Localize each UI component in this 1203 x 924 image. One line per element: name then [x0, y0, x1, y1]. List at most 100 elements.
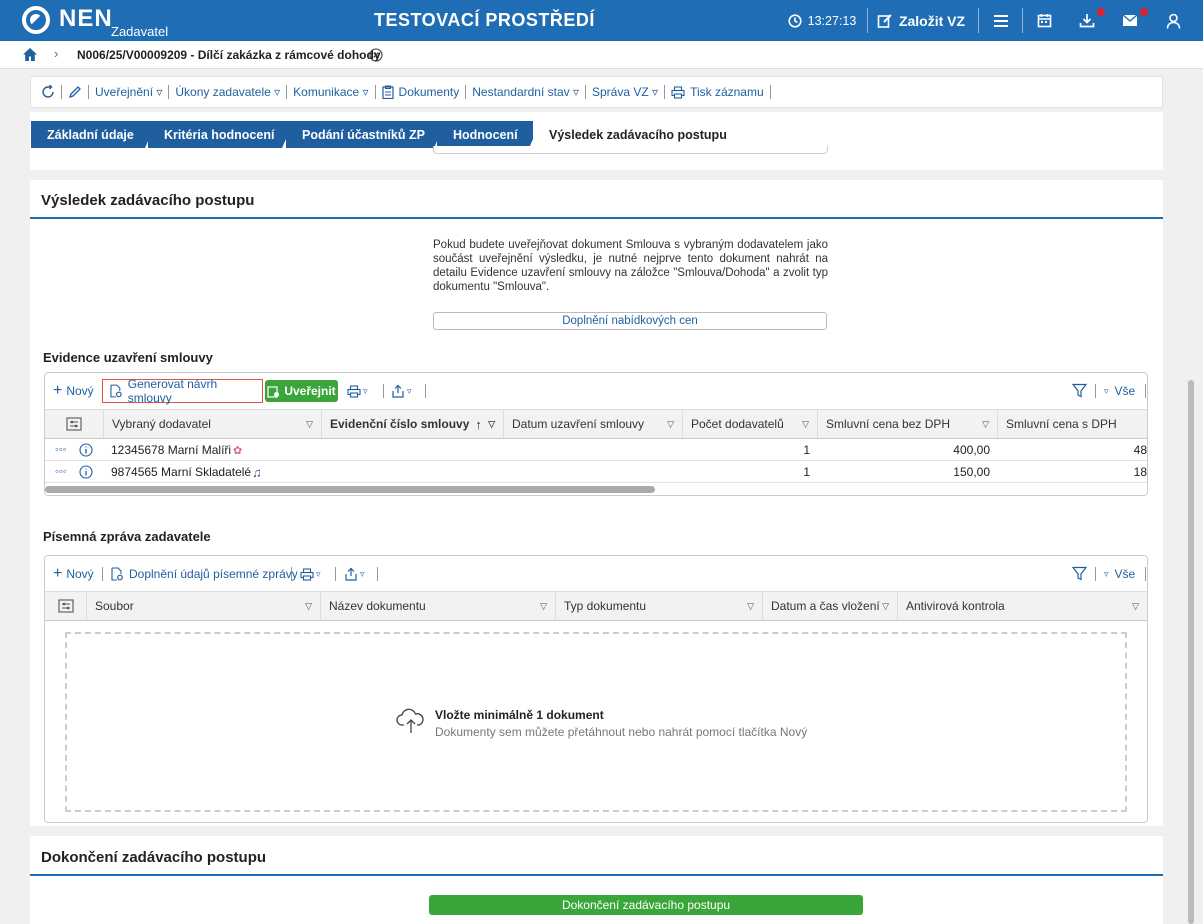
- row-more-icon[interactable]: ◦◦◦: [55, 462, 67, 482]
- col-price[interactable]: Smluvní cena bez DPH ▽: [818, 410, 998, 438]
- info-icon[interactable]: [79, 465, 93, 479]
- menu-icon[interactable]: [988, 0, 1014, 41]
- tab-submissions[interactable]: Podání účastníků ZP: [286, 121, 446, 148]
- logo-subtitle: Zadavatel: [111, 24, 169, 39]
- menu-documents[interactable]: Dokumenty: [381, 85, 459, 99]
- report-print-button[interactable]: ▿: [300, 564, 321, 584]
- logo-text[interactable]: NEN: [59, 5, 113, 33]
- document-gear-icon: [111, 567, 123, 581]
- drop-zone-title: Vložte minimálně 1 dokument: [435, 708, 604, 722]
- calendar-icon[interactable]: [1032, 0, 1056, 41]
- breadcrumb: › N006/25/V00009209 - Dílčí zakázka z rá…: [0, 41, 1203, 69]
- publish-icon: [267, 385, 280, 398]
- supplier-cell: 12345678 Marní Malíři: [111, 443, 232, 457]
- contracts-print-button[interactable]: ▿: [347, 381, 368, 401]
- supplier-cell: 9874565 Marní Skladatelé: [111, 465, 252, 479]
- clock-icon: [788, 13, 802, 28]
- plus-icon: +: [53, 382, 63, 399]
- generate-contract-button[interactable]: Generovat návrh smlouvy: [102, 377, 263, 405]
- session-time: 13:27:13: [807, 13, 857, 28]
- row-more-icon[interactable]: ◦◦◦: [55, 440, 67, 460]
- mail-notification-dot: [1140, 8, 1148, 16]
- result-title: Výsledek zadávacího postupu: [41, 192, 255, 209]
- printer-icon: [347, 384, 361, 398]
- contracts-title: Evidence uzavření smlouvy: [43, 350, 213, 365]
- vertical-scrollbar[interactable]: [1188, 380, 1194, 924]
- pencil-icon[interactable]: [68, 85, 82, 99]
- col-contract-date[interactable]: Datum uzavření smlouvy ▽: [504, 410, 683, 438]
- menu-publications[interactable]: Uveřejnění ▿: [95, 85, 162, 99]
- column-settings-icon[interactable]: [45, 592, 87, 620]
- col-contract-number[interactable]: Evidenční číslo smlouvy ↑ ▽: [322, 410, 504, 438]
- filter-icon[interactable]: [1072, 383, 1087, 398]
- publish-button[interactable]: Uveřejnit: [265, 380, 338, 402]
- fill-prices-button[interactable]: Doplnění nabídkových cen: [433, 312, 827, 330]
- printer-icon: [300, 567, 314, 581]
- music-note-icon: ♫: [252, 464, 262, 480]
- create-vz-label: Založit VZ: [898, 12, 966, 29]
- cloud-upload-icon: [396, 708, 424, 733]
- export-icon: [392, 384, 404, 398]
- section-divider: [30, 217, 1163, 219]
- tab-criteria[interactable]: Kritéria hodnocení: [148, 121, 294, 148]
- report-title: Písemná zpráva zadavatele: [43, 529, 211, 544]
- price-vat-cell: 48: [1133, 443, 1147, 457]
- tab-basic-info[interactable]: Základní údaje: [31, 121, 157, 148]
- filter-icon[interactable]: [1072, 566, 1087, 581]
- info-icon[interactable]: [79, 443, 93, 457]
- col-document-name[interactable]: Název dokumentu ▽: [321, 592, 556, 620]
- section-divider: [30, 874, 1163, 876]
- refresh-icon[interactable]: [41, 85, 55, 99]
- close-icon[interactable]: [369, 48, 383, 62]
- price-cell: 150,00: [953, 465, 990, 479]
- chevron-right-icon: ›: [54, 46, 59, 61]
- col-supplier[interactable]: Vybraný dodavatel ▽: [104, 410, 322, 438]
- report-export-button[interactable]: ▿: [344, 564, 365, 584]
- horizontal-scrollbar[interactable]: [45, 486, 655, 493]
- action-toolbar: Uveřejnění ▿ Úkony zadavatele ▿ Komunika…: [30, 76, 1163, 108]
- col-price-vat[interactable]: Smluvní cena s DPH: [998, 410, 1147, 438]
- home-icon[interactable]: [22, 47, 38, 62]
- tab-evaluation[interactable]: Hodnocení: [437, 121, 541, 148]
- create-vz-button[interactable]: Založit VZ: [874, 0, 968, 41]
- col-inserted-at[interactable]: Datum a čas vložení ▽: [763, 592, 898, 620]
- top-bar: NEN Zadavatel TESTOVACÍ PROSTŘEDÍ 13:27:…: [0, 0, 1203, 41]
- palette-icon: ✿: [233, 444, 243, 457]
- menu-acts[interactable]: Úkony zadavatele ▿: [175, 85, 280, 99]
- contracts-export-button[interactable]: ▿: [391, 381, 412, 401]
- fill-report-button[interactable]: Doplnění údajů písemné zprávy: [110, 564, 298, 584]
- col-document-type[interactable]: Typ dokumentu ▽: [556, 592, 763, 620]
- session-timer: 13:27:13: [786, 0, 858, 41]
- nen-logo-icon[interactable]: [22, 6, 50, 34]
- tab-result[interactable]: Výsledek zadávacího postupu: [533, 121, 767, 148]
- col-antivirus[interactable]: Antivirová kontrola ▽: [898, 592, 1147, 620]
- clipped-button-edge: [433, 146, 828, 154]
- mail-icon[interactable]: [1118, 0, 1142, 41]
- count-cell: 1: [803, 465, 810, 479]
- export-icon: [345, 567, 357, 581]
- col-file[interactable]: Soubor ▽: [87, 592, 321, 620]
- environment-title: TESTOVACÍ PROSTŘEDÍ: [374, 10, 595, 30]
- report-view-select[interactable]: ▿ Vše: [1104, 564, 1135, 584]
- result-info-text: Pokud budete uveřejňovat dokument Smlouv…: [433, 239, 828, 293]
- contracts-new-button[interactable]: + Nový: [53, 381, 94, 401]
- download-icon[interactable]: [1075, 0, 1099, 41]
- contracts-view-select[interactable]: ▿ Vše: [1104, 381, 1135, 401]
- file-drop-zone[interactable]: [65, 632, 1127, 812]
- report-new-button[interactable]: + Nový: [53, 564, 94, 584]
- column-settings-icon[interactable]: [45, 410, 104, 438]
- download-notification-dot: [1097, 8, 1105, 16]
- price-cell: 400,00: [953, 443, 990, 457]
- clipboard-icon: [381, 85, 394, 99]
- menu-nonstandard[interactable]: Nestandardní stav ▿: [472, 85, 579, 99]
- menu-print[interactable]: Tisk záznamu: [671, 85, 764, 99]
- complete-procedure-button[interactable]: Dokončení zadávacího postupu: [429, 895, 863, 915]
- user-icon[interactable]: [1161, 0, 1185, 41]
- drop-zone-hint: Dokumenty sem můžete přetáhnout nebo nah…: [435, 725, 808, 739]
- completion-title: Dokončení zadávacího postupu: [41, 849, 267, 866]
- menu-communication[interactable]: Komunikace ▿: [293, 85, 368, 99]
- col-supplier-count[interactable]: Počet dodavatelů ▽: [683, 410, 818, 438]
- plus-icon: +: [53, 565, 63, 582]
- breadcrumb-current[interactable]: N006/25/V00009209 - Dílčí zakázka z rámc…: [77, 48, 381, 62]
- menu-management[interactable]: Správa VZ ▿: [592, 85, 658, 99]
